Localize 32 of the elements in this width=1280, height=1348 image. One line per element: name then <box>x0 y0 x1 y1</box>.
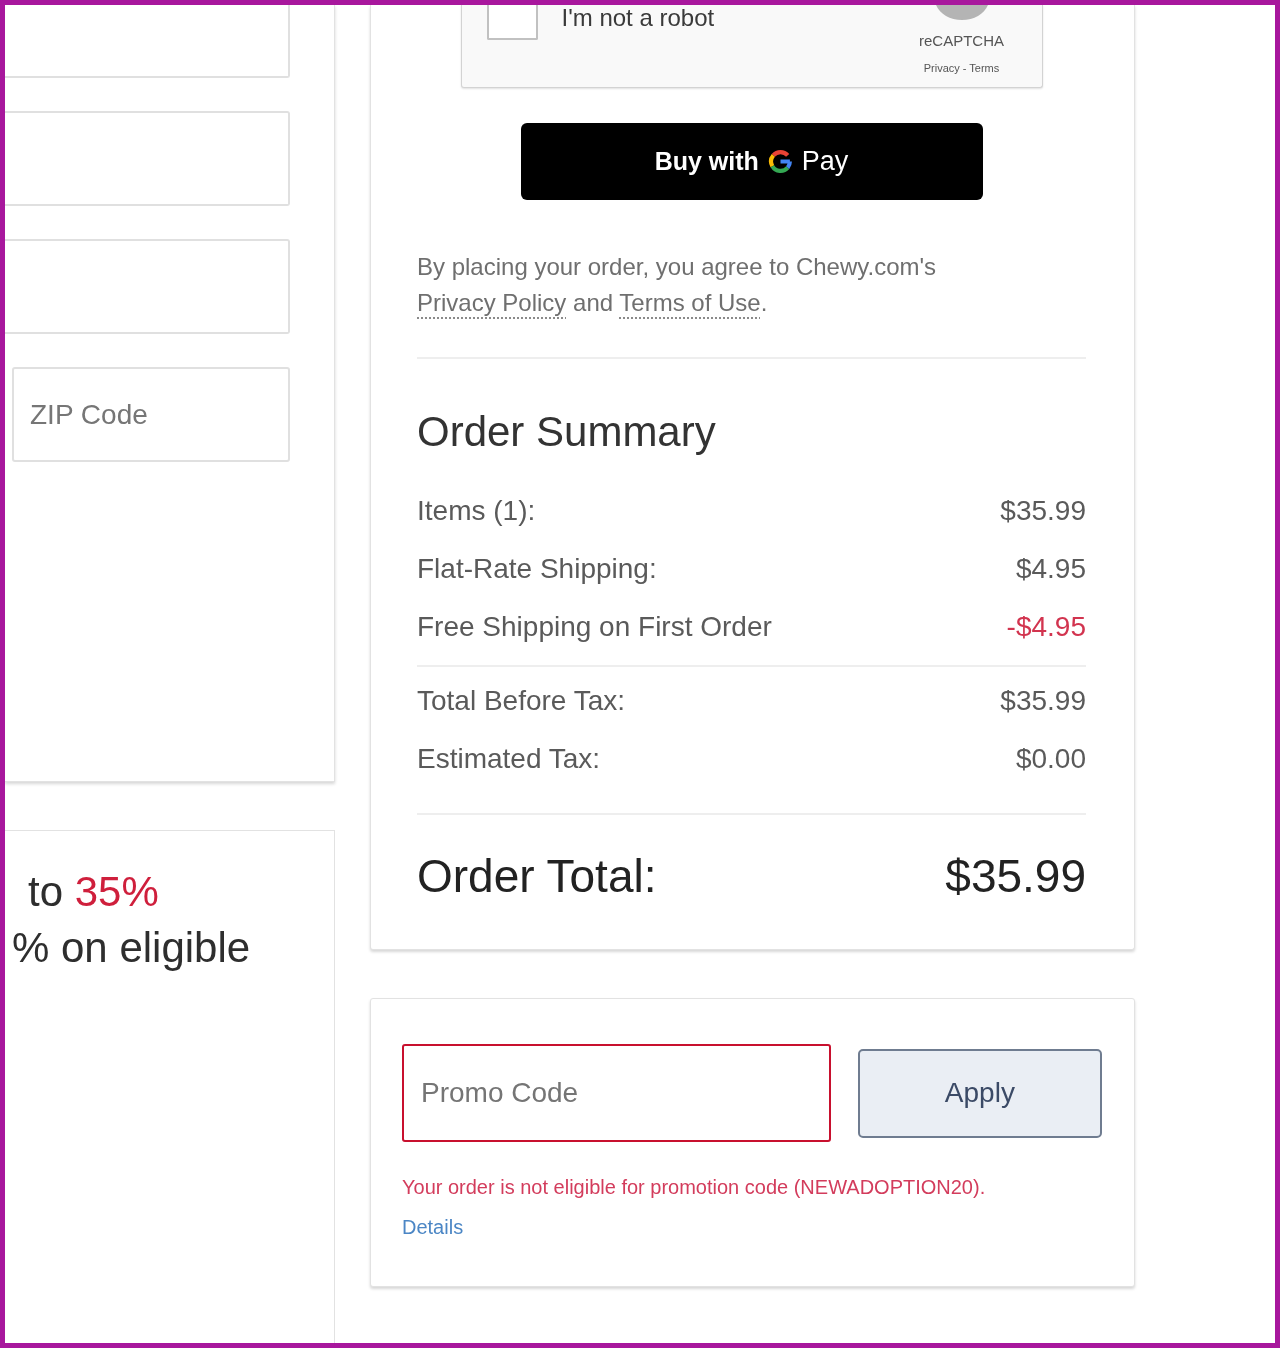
g-letter-icon <box>767 149 793 174</box>
summary-value: $35.99 <box>1000 495 1086 527</box>
summary-value: $4.95 <box>1015 553 1086 585</box>
order-total-label: Order Total: <box>417 849 657 903</box>
summary-value: $0.00 <box>1015 743 1086 775</box>
logo-icon <box>933 5 990 20</box>
summary-label: Flat-Rate Shipping: <box>417 553 657 585</box>
buy-with-pay-button[interactable]: Buy with Pay <box>520 123 983 200</box>
summary-label: Estimated Tax: <box>417 743 601 775</box>
summary-label: Items (1): <box>417 495 536 527</box>
text-link[interactable]: Terms of Use <box>619 289 761 316</box>
text-link[interactable]: Privacy Policy <box>417 289 567 316</box>
input-field[interactable]: ZIP Code <box>12 367 290 462</box>
summary-value: -$4.95 <box>1006 611 1086 643</box>
input-field[interactable] <box>5 111 290 206</box>
error-message: Your order is not eligible for promotion code (NEWADOPTION20). <box>402 1175 987 1200</box>
input-field[interactable] <box>5 5 290 78</box>
captcha-checkbox[interactable] <box>486 5 538 40</box>
captcha-label: I'm not a robot <box>561 5 715 31</box>
details-link[interactable]: Details <box>402 1213 464 1241</box>
summary-label: Total Before Tax: <box>417 685 626 717</box>
summary-value: $35.99 <box>1000 685 1086 717</box>
order-summary-title: Order Summary <box>417 407 717 457</box>
captcha-brand-text: reCAPTCHA <box>919 32 1004 50</box>
promo-code-field[interactable]: Promo Code <box>402 1044 831 1142</box>
summary-label: Free Shipping on First Order <box>417 611 772 643</box>
agreement-text: By placing your order, you agree to Chewy.com's Privacy Policy and Terms of Use. <box>417 252 938 318</box>
order-total-value: $35.99 <box>945 849 1086 903</box>
captcha-legal-links[interactable]: Privacy - Terms <box>923 61 1000 75</box>
apply-button[interactable]: Apply <box>857 1048 1102 1138</box>
input-field[interactable] <box>5 239 290 334</box>
promo-banner-text: to 35% % on eligible <box>11 867 252 973</box>
